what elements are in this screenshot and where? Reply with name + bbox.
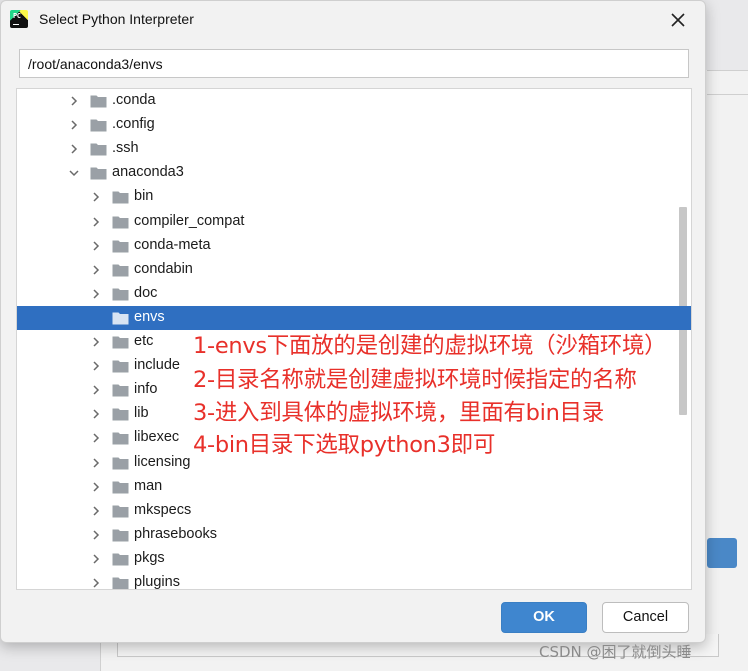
chevron-right-icon[interactable] bbox=[90, 457, 102, 469]
tree-row[interactable]: condabin bbox=[17, 258, 691, 282]
background-divider bbox=[707, 94, 748, 95]
chevron-right-icon[interactable] bbox=[90, 191, 102, 203]
chevron-right-icon[interactable] bbox=[90, 481, 102, 493]
folder-icon bbox=[112, 311, 129, 325]
select-interpreter-dialog: PC Select Python Interpreter .conda .conf… bbox=[0, 0, 706, 643]
watermark: CSDN @困了就倒头睡 bbox=[539, 643, 692, 661]
folder-icon bbox=[112, 480, 129, 494]
close-icon[interactable] bbox=[665, 7, 691, 33]
tree-row-label: pkgs bbox=[134, 549, 165, 566]
folder-icon bbox=[112, 576, 129, 589]
pycharm-icon: PC bbox=[10, 10, 28, 28]
tree-row-label: mkspecs bbox=[134, 501, 192, 518]
folder-icon bbox=[112, 359, 129, 373]
tree-row-label: man bbox=[134, 477, 163, 494]
ok-button[interactable]: OK bbox=[501, 602, 587, 633]
tree-row[interactable]: man bbox=[17, 475, 691, 499]
annotation-line-3: 3-进入到具体的虚拟环境，里面有bin目录 bbox=[193, 400, 604, 426]
background-button bbox=[707, 538, 737, 568]
chevron-down-icon[interactable] bbox=[68, 167, 80, 179]
dialog-title: Select Python Interpreter bbox=[39, 11, 194, 27]
chevron-right-icon[interactable] bbox=[90, 240, 102, 252]
chevron-right-icon[interactable] bbox=[90, 360, 102, 372]
folder-icon bbox=[112, 552, 129, 566]
tree-row[interactable]: .ssh bbox=[17, 137, 691, 161]
chevron-right-icon[interactable] bbox=[90, 408, 102, 420]
tree-row-label: compiler_compat bbox=[134, 212, 245, 229]
chevron-right-icon[interactable] bbox=[90, 336, 102, 348]
tree-row[interactable]: compiler_compat bbox=[17, 210, 691, 234]
tree-row-label: phrasebooks bbox=[134, 525, 218, 542]
folder-icon bbox=[112, 504, 129, 518]
folder-icon bbox=[112, 239, 129, 253]
folder-icon bbox=[112, 431, 129, 445]
folder-icon bbox=[112, 407, 129, 421]
tree-row[interactable]: anaconda3 bbox=[17, 161, 691, 185]
folder-icon bbox=[90, 118, 107, 132]
tree-row[interactable]: phrasebooks bbox=[17, 523, 691, 547]
tree-row[interactable]: plugins bbox=[17, 571, 691, 590]
tree-row-label: .config bbox=[112, 116, 155, 133]
chevron-right-icon[interactable] bbox=[90, 288, 102, 300]
annotation-line-2: 2-目录名称就是创建虚拟环境时候指定的名称 bbox=[193, 367, 637, 393]
tree-row-label: include bbox=[134, 357, 180, 374]
tree-row-label: libexec bbox=[134, 429, 180, 446]
folder-icon bbox=[90, 142, 107, 156]
tree-row[interactable]: .config bbox=[17, 113, 691, 137]
background-divider bbox=[707, 70, 748, 71]
folder-icon bbox=[112, 383, 129, 397]
tree-row[interactable]: .conda bbox=[17, 89, 691, 113]
folder-icon bbox=[112, 215, 129, 229]
tree-row[interactable]: envs bbox=[17, 305, 691, 330]
folder-icon bbox=[112, 456, 129, 470]
tree-row[interactable]: pkgs bbox=[17, 547, 691, 571]
tree-row-label: bin bbox=[134, 188, 154, 205]
tree-row[interactable]: mkspecs bbox=[17, 499, 691, 523]
tree-row-label: etc bbox=[134, 333, 154, 349]
annotation-line-1: 1-envs下面放的是创建的虚拟环境（沙箱环境） bbox=[193, 333, 667, 359]
folder-icon bbox=[90, 166, 107, 180]
chevron-right-icon[interactable] bbox=[90, 264, 102, 276]
folder-icon bbox=[90, 94, 107, 108]
chevron-right-icon[interactable] bbox=[68, 119, 80, 131]
tree-row-label: condabin bbox=[134, 260, 193, 277]
tree-row-label: licensing bbox=[134, 453, 191, 470]
chevron-right-icon[interactable] bbox=[90, 505, 102, 517]
chevron-right-icon[interactable] bbox=[68, 143, 80, 155]
chevron-right-icon[interactable] bbox=[90, 216, 102, 228]
tree-row-label: doc bbox=[134, 284, 158, 301]
folder-icon bbox=[112, 335, 129, 349]
folder-icon bbox=[112, 287, 129, 301]
chevron-right-icon[interactable] bbox=[90, 384, 102, 396]
chevron-right-icon[interactable] bbox=[90, 553, 102, 565]
chevron-right-icon[interactable] bbox=[90, 529, 102, 541]
annotation-line-4: 4-bin目录下选取python3即可 bbox=[193, 432, 496, 458]
tree-row[interactable]: conda-meta bbox=[17, 234, 691, 258]
tree-row-label: lib bbox=[134, 405, 149, 422]
tree-row-label: anaconda3 bbox=[112, 164, 184, 181]
tree-row[interactable]: bin bbox=[17, 185, 691, 209]
tree-row-label: envs bbox=[134, 308, 165, 325]
tree-row-label: plugins bbox=[134, 574, 180, 590]
title-bar[interactable]: PC Select Python Interpreter bbox=[1, 1, 705, 39]
tree-row-label: conda-meta bbox=[134, 236, 211, 253]
path-input[interactable] bbox=[19, 49, 689, 78]
chevron-right-icon[interactable] bbox=[68, 95, 80, 107]
folder-icon bbox=[112, 528, 129, 542]
cancel-button[interactable]: Cancel bbox=[602, 602, 689, 633]
chevron-right-icon[interactable] bbox=[90, 432, 102, 444]
folder-icon bbox=[112, 190, 129, 204]
folder-icon bbox=[112, 263, 129, 277]
chevron-right-icon[interactable] bbox=[90, 577, 102, 589]
tree-row[interactable]: doc bbox=[17, 282, 691, 306]
tree-row-label: info bbox=[134, 381, 158, 398]
tree-row-label: .ssh bbox=[112, 140, 139, 157]
tree-row-label: .conda bbox=[112, 92, 156, 108]
